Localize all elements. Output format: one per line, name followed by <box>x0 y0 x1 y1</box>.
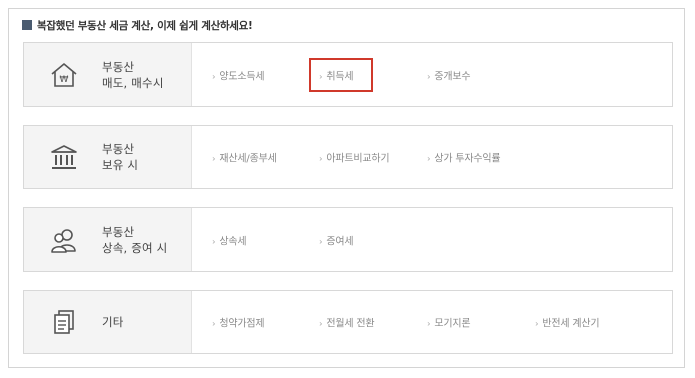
chevron-right-icon: › <box>427 319 431 330</box>
category-label-line2: 매도, 매수시 <box>102 75 164 90</box>
chevron-right-icon: › <box>212 154 216 165</box>
category-label-line1: 부동산 <box>102 224 135 239</box>
category-row-holding: 부동산 보유 시 › 재산세/종부세 › 아파트비교하기 › 상가 투자수익률 <box>23 125 673 189</box>
link-jeonse-conversion[interactable]: › 전월세 전환 <box>319 315 375 330</box>
category-etc: 기타 <box>24 291 192 353</box>
highlight-box <box>309 58 373 92</box>
documents-icon <box>48 306 80 338</box>
link-subscription-score[interactable]: › 청약가점제 <box>212 315 265 330</box>
link-label: 재산세/종부세 <box>219 153 277 165</box>
link-semi-jeonse-calculator[interactable]: › 반전세 계산기 <box>535 315 600 330</box>
category-label-line1: 부동산 <box>102 142 135 156</box>
category-sell-buy: ₩ 부동산 매도, 매수시 <box>24 43 192 106</box>
chevron-right-icon: › <box>212 319 216 330</box>
panel-title: 복잡했던 부동산 세금 계산, 이제 쉽게 계산하세요! <box>37 19 253 32</box>
link-label: 전월세 전환 <box>326 318 375 330</box>
link-label: 증여세 <box>326 236 354 247</box>
category-label-line1: 기타 <box>102 315 124 329</box>
house-won-icon: ₩ <box>48 59 80 91</box>
link-brokerage-fee[interactable]: › 중개보수 <box>427 67 471 82</box>
link-label: 상속세 <box>219 236 247 247</box>
link-label: 반전세 계산기 <box>542 318 600 330</box>
link-inheritance-tax[interactable]: › 상속세 <box>212 232 247 247</box>
link-mortgage-loan[interactable]: › 모기지론 <box>427 315 471 330</box>
square-icon <box>22 20 32 30</box>
people-icon <box>48 224 80 256</box>
bank-building-icon <box>48 141 80 173</box>
link-label: 모기지론 <box>434 318 471 330</box>
chevron-right-icon: › <box>535 319 539 330</box>
panel-header: 복잡했던 부동산 세금 계산, 이제 쉽게 계산하세요! <box>22 17 253 33</box>
category-holding: 부동산 보유 시 <box>24 126 192 188</box>
category-label-line2: 상속, 증여 시 <box>102 240 168 255</box>
chevron-right-icon: › <box>427 72 431 82</box>
chevron-right-icon: › <box>212 72 216 82</box>
link-property-tax[interactable]: › 재산세/종부세 <box>212 150 277 165</box>
chevron-right-icon: › <box>319 154 323 165</box>
chevron-right-icon: › <box>427 154 431 165</box>
category-label-line1: 부동산 <box>102 59 135 74</box>
link-apartment-compare[interactable]: › 아파트비교하기 <box>319 150 390 165</box>
category-label-line2: 보유 시 <box>102 158 139 172</box>
link-gift-tax[interactable]: › 증여세 <box>319 232 354 247</box>
link-label: 아파트비교하기 <box>326 153 390 165</box>
link-capital-gains-tax[interactable]: › 양도소득세 <box>212 67 265 82</box>
chevron-right-icon: › <box>319 237 323 247</box>
chevron-right-icon: › <box>319 319 323 330</box>
category-inherit-gift: 부동산 상속, 증여 시 <box>24 208 192 271</box>
category-row-inherit-gift: 부동산 상속, 증여 시 › 상속세 › 증여세 <box>23 207 673 272</box>
link-label: 양도소득세 <box>219 71 265 82</box>
link-commercial-yield[interactable]: › 상가 투자수익률 <box>427 150 501 165</box>
link-label: 상가 투자수익률 <box>434 153 501 165</box>
svg-text:₩: ₩ <box>60 75 69 85</box>
link-label: 중개보수 <box>434 71 471 82</box>
link-label: 청약가점제 <box>219 318 265 330</box>
chevron-right-icon: › <box>212 237 216 247</box>
category-row-etc: 기타 › 청약가점제 › 전월세 전환 › 모기지론 › 반전세 계산기 <box>23 290 673 354</box>
